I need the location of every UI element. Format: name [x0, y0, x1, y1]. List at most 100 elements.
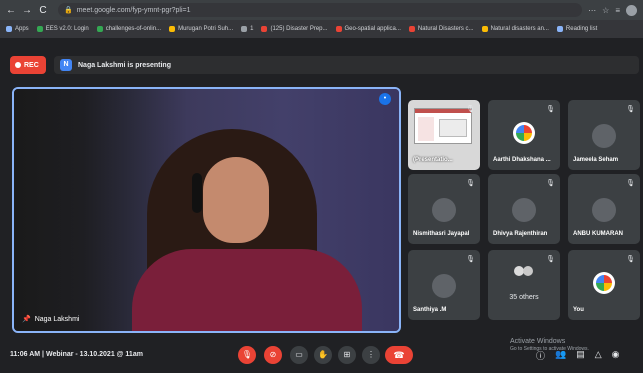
bookmark-favicon-icon — [481, 26, 488, 32]
participant-name: Jameela Seham — [573, 157, 619, 163]
side-panel-controls: ⓘ 👥 ▤ △ ◉ — [536, 349, 620, 362]
profile-avatar[interactable] — [626, 4, 637, 16]
muted-mic-icon: 🎙 — [546, 106, 555, 113]
star-icon[interactable]: ☆ — [602, 6, 609, 15]
record-icon — [15, 62, 21, 68]
bookmark-item[interactable]: EES v2.0: Login — [36, 26, 89, 32]
end-call-button[interactable]: ☎ — [385, 346, 413, 364]
clock-time: 11:06 AM — [10, 351, 41, 358]
presenting-text: Naga Lakshmi is presenting — [78, 61, 171, 69]
muted-mic-icon: 🎙 — [626, 256, 635, 263]
participant-tile[interactable]: 🎙 35 others — [488, 250, 560, 320]
bookmark-label: Apps — [15, 26, 29, 32]
muted-mic-icon: 🎙 — [466, 180, 475, 187]
speaker-name: Naga Lakshmi — [34, 315, 80, 323]
muted-mic-icon: 🎙 — [546, 256, 555, 263]
bookmark-item[interactable]: Natural disasters an... — [481, 26, 549, 32]
bookmark-favicon-icon — [335, 26, 342, 32]
bookmark-favicon-icon — [261, 26, 268, 32]
recording-badge: REC — [10, 56, 46, 74]
avatar — [432, 198, 456, 222]
participant-tile[interactable]: 🎙 Santhiya .M — [408, 250, 480, 320]
bookmark-label: challenges-of-onlin... — [105, 26, 162, 32]
speaker-body — [132, 249, 362, 331]
others-avatars-icon — [514, 266, 534, 280]
url-text: meet.google.com/fyp-ymnt-pgr?pli=1 — [76, 6, 191, 14]
bookmarks-bar: Apps EES v2.0: Login challenges-of-onlin..… — [0, 20, 643, 38]
bookmark-favicon-icon — [96, 26, 103, 32]
participant-tile[interactable]: 🎙 Jameela Seham — [568, 100, 640, 170]
reload-button[interactable]: C — [38, 5, 48, 16]
people-icon[interactable]: 👥 — [555, 349, 566, 362]
participant-name: (Presentatio... — [413, 157, 453, 163]
watermark-title: Activate Windows — [510, 338, 566, 345]
pin-icon: 📌 — [22, 316, 31, 323]
participant-name: Santhiya .M — [413, 307, 447, 313]
bookmark-item[interactable]: Murugan Potri Suh... — [169, 26, 233, 32]
participant-tile[interactable]: 🎙 Aarthi Dhakshana ... — [488, 100, 560, 170]
bookmark-item[interactable]: Reading list — [556, 26, 598, 32]
lock-icon: 🔒 — [64, 7, 73, 14]
avatar — [592, 198, 616, 222]
bookmark-item[interactable]: Geo-spatial applica... — [335, 26, 401, 32]
shared-screen-thumbnail — [414, 108, 472, 144]
mic-off-button[interactable]: 🎙 — [238, 346, 256, 364]
profile-picture-icon — [513, 122, 535, 144]
participant-tile[interactable]: 🎙 (Presentatio... — [408, 100, 480, 170]
bookmark-label: 1 — [250, 26, 254, 32]
participant-name: ANBU KUMARAN — [573, 231, 623, 237]
meeting-info: 11:06 AM | Webinar - 13.10.2021 @ 11am — [10, 351, 143, 358]
bookmark-favicon-icon — [556, 26, 563, 32]
muted-mic-icon: 🎙 — [466, 106, 475, 113]
participant-name: Aarthi Dhakshana ... — [493, 157, 551, 163]
participant-tile[interactable]: 🎙 You — [568, 250, 640, 320]
participant-name: Nismithasri Jayapal — [413, 231, 470, 237]
raise-hand-button[interactable]: ✋ — [314, 346, 332, 364]
browser-toolbar: ← → C 🔒 meet.google.com/fyp-ymnt-pgr?pli… — [0, 0, 643, 20]
browser-actions: ⋯ ☆ ≡ — [588, 4, 637, 16]
muted-mic-icon: 🎙 — [626, 180, 635, 187]
participant-tile[interactable]: 🎙 Dhivya Rajenthiran — [488, 174, 560, 244]
activities-icon[interactable]: △ — [595, 349, 602, 362]
headset — [192, 173, 202, 213]
bookmark-label: Geo-spatial applica... — [344, 26, 401, 32]
avatar — [592, 124, 616, 148]
info-icon[interactable]: ⓘ — [536, 349, 545, 362]
participant-name: 35 others — [509, 294, 539, 301]
participant-name: Dhivya Rajenthiran — [493, 231, 548, 237]
present-button[interactable]: ⊞ — [338, 346, 356, 364]
bookmark-item[interactable]: Natural Disasters c... — [408, 26, 474, 32]
bookmark-favicon-icon — [6, 26, 12, 32]
bookmark-label: EES v2.0: Login — [45, 26, 89, 32]
participant-tile[interactable]: 🎙 Nismithasri Jayapal — [408, 174, 480, 244]
muted-mic-icon: 🎙 — [466, 256, 475, 263]
avatar — [432, 274, 456, 298]
forward-button[interactable]: → — [22, 5, 32, 16]
bookmark-label: (125) Disaster Prep... — [270, 26, 328, 32]
speaker-name-label: 📌 Naga Lakshmi — [22, 315, 80, 324]
bookmark-item[interactable]: (125) Disaster Prep... — [261, 26, 328, 32]
bookmark-favicon-icon — [36, 26, 43, 32]
bookmark-item[interactable]: Apps — [6, 26, 29, 32]
captions-button[interactable]: ▭ — [290, 346, 308, 364]
bookmark-label: Natural disasters an... — [490, 26, 549, 32]
host-controls-icon[interactable]: ◉ — [612, 349, 620, 362]
bookmark-item[interactable]: challenges-of-onlin... — [96, 26, 162, 32]
chat-icon[interactable]: ▤ — [576, 349, 585, 362]
main-speaker-tile[interactable]: • 📌 Naga Lakshmi — [12, 87, 401, 333]
camera-off-button[interactable]: ⊘ — [264, 346, 282, 364]
participant-tile[interactable]: 🎙 ANBU KUMARAN — [568, 174, 640, 244]
more-options-button[interactable]: ⋮ — [362, 346, 380, 364]
menu-icon[interactable]: ≡ — [615, 6, 620, 15]
bookmark-favicon-icon — [241, 26, 248, 32]
bookmark-item[interactable]: 1 — [241, 26, 253, 32]
address-bar[interactable]: 🔒 meet.google.com/fyp-ymnt-pgr?pli=1 — [58, 3, 583, 17]
extensions-icon[interactable]: ⋯ — [588, 6, 596, 15]
bookmark-label: Natural Disasters c... — [417, 26, 474, 32]
profile-picture-icon — [593, 272, 615, 294]
bookmark-favicon-icon — [408, 26, 415, 32]
back-button[interactable]: ← — [6, 5, 16, 16]
avatar — [512, 198, 536, 222]
bookmark-label: Reading list — [565, 26, 598, 32]
presenter-initial-icon: N — [60, 59, 72, 71]
